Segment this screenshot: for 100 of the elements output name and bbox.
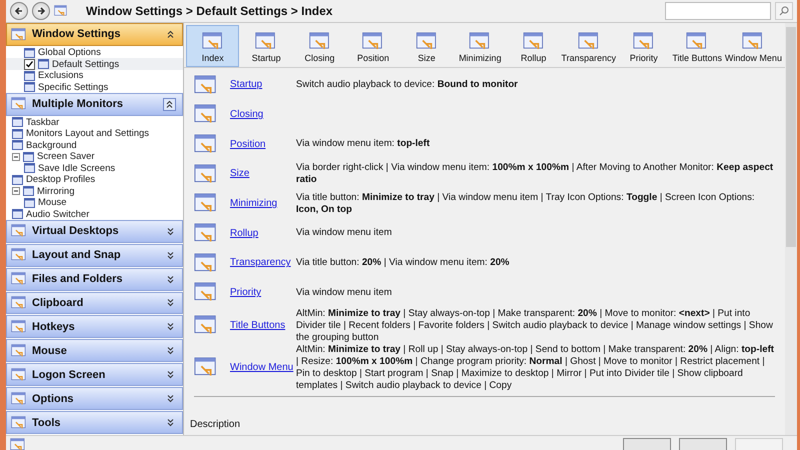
- sidebar-group-header[interactable]: Mouse: [6, 339, 183, 362]
- sidebar-item-label: Save Idle Screens: [38, 162, 116, 174]
- back-button[interactable]: [10, 2, 28, 20]
- expand-chevron-icon[interactable]: [165, 369, 176, 380]
- window-icon: [308, 32, 331, 51]
- dialog-button[interactable]: [679, 438, 727, 450]
- group-icon: [11, 344, 27, 358]
- toolbar-tab[interactable]: Size: [400, 25, 454, 67]
- checkmark-icon: [24, 58, 35, 70]
- toolbar-tab[interactable]: Priority: [616, 25, 670, 67]
- section-link[interactable]: Closing: [230, 109, 296, 120]
- sidebar-item[interactable]: Desktop Profiles: [6, 174, 183, 186]
- forward-button[interactable]: [32, 2, 50, 20]
- sidebar-item[interactable]: Background: [6, 140, 183, 152]
- sidebar-item[interactable]: Global Options: [6, 46, 183, 58]
- section-link[interactable]: Size: [230, 168, 296, 180]
- section-summary: Via title button: 20% | Via window menu item: 20%: [296, 256, 510, 269]
- sidebar-item[interactable]: Monitors Layout and Settings: [6, 128, 183, 140]
- sidebar-item[interactable]: Exclusions: [6, 70, 183, 82]
- back-arrow-icon: [14, 6, 24, 16]
- expand-chevron-icon[interactable]: [165, 321, 176, 332]
- sidebar-group-header[interactable]: Logon Screen: [6, 363, 183, 386]
- item-icon: [38, 59, 49, 70]
- sidebar-group-header[interactable]: Layout and Snap: [6, 244, 183, 267]
- expand-chevron-icon[interactable]: [165, 345, 176, 356]
- window-icon: [522, 32, 545, 51]
- toolbar-tab[interactable]: Window Menu: [724, 25, 783, 67]
- sidebar-item-label: Audio Switcher: [26, 208, 90, 220]
- section-summary: Via title button: Minimize to tray | Via window menu item | Tray Icon Options: Toggle | Screen Icon Options: Icon, On top: [296, 192, 756, 216]
- sidebar-item[interactable]: Mirroring: [6, 185, 183, 197]
- section-summary: Via window menu item: [296, 227, 393, 240]
- toolbar-tab[interactable]: Position: [346, 25, 400, 67]
- section-link[interactable]: Position: [230, 138, 296, 150]
- toolbar-tab[interactable]: Transparency: [560, 25, 617, 67]
- sidebar-group-header[interactable]: Clipboard: [6, 292, 183, 314]
- group-icon: [11, 320, 27, 334]
- toolbar-tab[interactable]: Minimizing: [453, 25, 507, 67]
- group-icon: [11, 272, 27, 286]
- toolbar-tab[interactable]: Title Buttons: [670, 25, 724, 67]
- collapse-chevron-icon[interactable]: [165, 28, 176, 40]
- expand-chevron-icon[interactable]: [165, 417, 176, 428]
- search-field[interactable]: [665, 2, 771, 20]
- sidebar-item-label: Mirroring: [37, 186, 74, 197]
- breadcrumb: Window Settings > Default Settings > Index: [86, 4, 334, 18]
- section-link[interactable]: Minimizing: [230, 198, 296, 210]
- status-icon: [10, 438, 26, 450]
- toolbar-tab[interactable]: Closing: [292, 25, 346, 67]
- toolbar-tab[interactable]: Rollup: [506, 25, 560, 67]
- sidebar-group-header[interactable]: Files and Folders: [6, 268, 183, 290]
- section-link[interactable]: Priority: [230, 287, 296, 298]
- sidebar-group-header[interactable]: Window Settings: [6, 23, 183, 46]
- window-icon: [194, 282, 218, 303]
- collapse-chevron-icon[interactable]: [163, 98, 176, 111]
- expand-chevron-icon[interactable]: [165, 226, 176, 237]
- window-icon: [194, 104, 218, 125]
- expand-chevron-icon[interactable]: [165, 297, 176, 308]
- sidebar-group-header[interactable]: Multiple Monitors: [6, 92, 183, 116]
- sidebar-item-label: Default Settings: [52, 58, 120, 70]
- search-icon: [779, 6, 789, 16]
- search-button[interactable]: [775, 2, 793, 20]
- sidebar-item[interactable]: Save Idle Screens: [6, 162, 183, 174]
- section-link[interactable]: Rollup: [230, 228, 296, 239]
- section-summary: Via window menu item: top-left: [296, 138, 431, 150]
- window-icon: [742, 32, 764, 51]
- sidebar-group-header[interactable]: Hotkeys: [6, 315, 183, 338]
- section-link[interactable]: Window Menu: [230, 362, 296, 373]
- section-link[interactable]: Startup: [230, 79, 296, 90]
- collapse-toggle-icon[interactable]: [12, 152, 20, 161]
- expand-chevron-icon[interactable]: [165, 250, 176, 261]
- window-icon: [469, 32, 492, 51]
- item-icon: [24, 163, 35, 174]
- collapse-toggle-icon[interactable]: [12, 187, 20, 196]
- expand-chevron-icon[interactable]: [165, 393, 176, 404]
- toolbar-tab[interactable]: Startup: [239, 25, 293, 67]
- sidebar-item[interactable]: Default Settings: [6, 58, 183, 70]
- dialog-button[interactable]: [623, 438, 671, 450]
- item-icon: [12, 174, 23, 185]
- sidebar-group-header[interactable]: Virtual Desktops: [6, 220, 183, 243]
- section-link[interactable]: Title Buttons: [230, 320, 296, 331]
- window-icon: [194, 164, 218, 184]
- sidebar-item[interactable]: Screen Saver: [6, 151, 183, 162]
- sidebar-item[interactable]: Audio Switcher: [6, 208, 183, 220]
- section-summary: Switch audio playback to device: Bound to monitor: [296, 78, 519, 91]
- item-icon: [24, 48, 35, 58]
- sidebar-item[interactable]: Mouse: [6, 196, 183, 208]
- sidebar-group-header[interactable]: Tools: [6, 411, 183, 434]
- group-icon: [11, 224, 27, 238]
- window-icon: [194, 193, 218, 214]
- section-link[interactable]: Transparency: [230, 257, 296, 268]
- group-icon: [11, 248, 27, 262]
- sidebar-item-label: Screen Saver: [37, 151, 95, 162]
- toolbar-tab[interactable]: Index: [186, 25, 240, 67]
- expand-chevron-icon[interactable]: [165, 274, 176, 285]
- sidebar-item[interactable]: Taskbar: [6, 116, 183, 128]
- item-icon: [24, 70, 35, 81]
- sidebar-item[interactable]: Specific Settings: [6, 81, 183, 93]
- scrollbar[interactable]: [785, 23, 797, 435]
- sidebar-item-label: Taskbar: [26, 116, 60, 128]
- group-icon: [11, 416, 27, 430]
- sidebar-group-header[interactable]: Options: [6, 387, 183, 410]
